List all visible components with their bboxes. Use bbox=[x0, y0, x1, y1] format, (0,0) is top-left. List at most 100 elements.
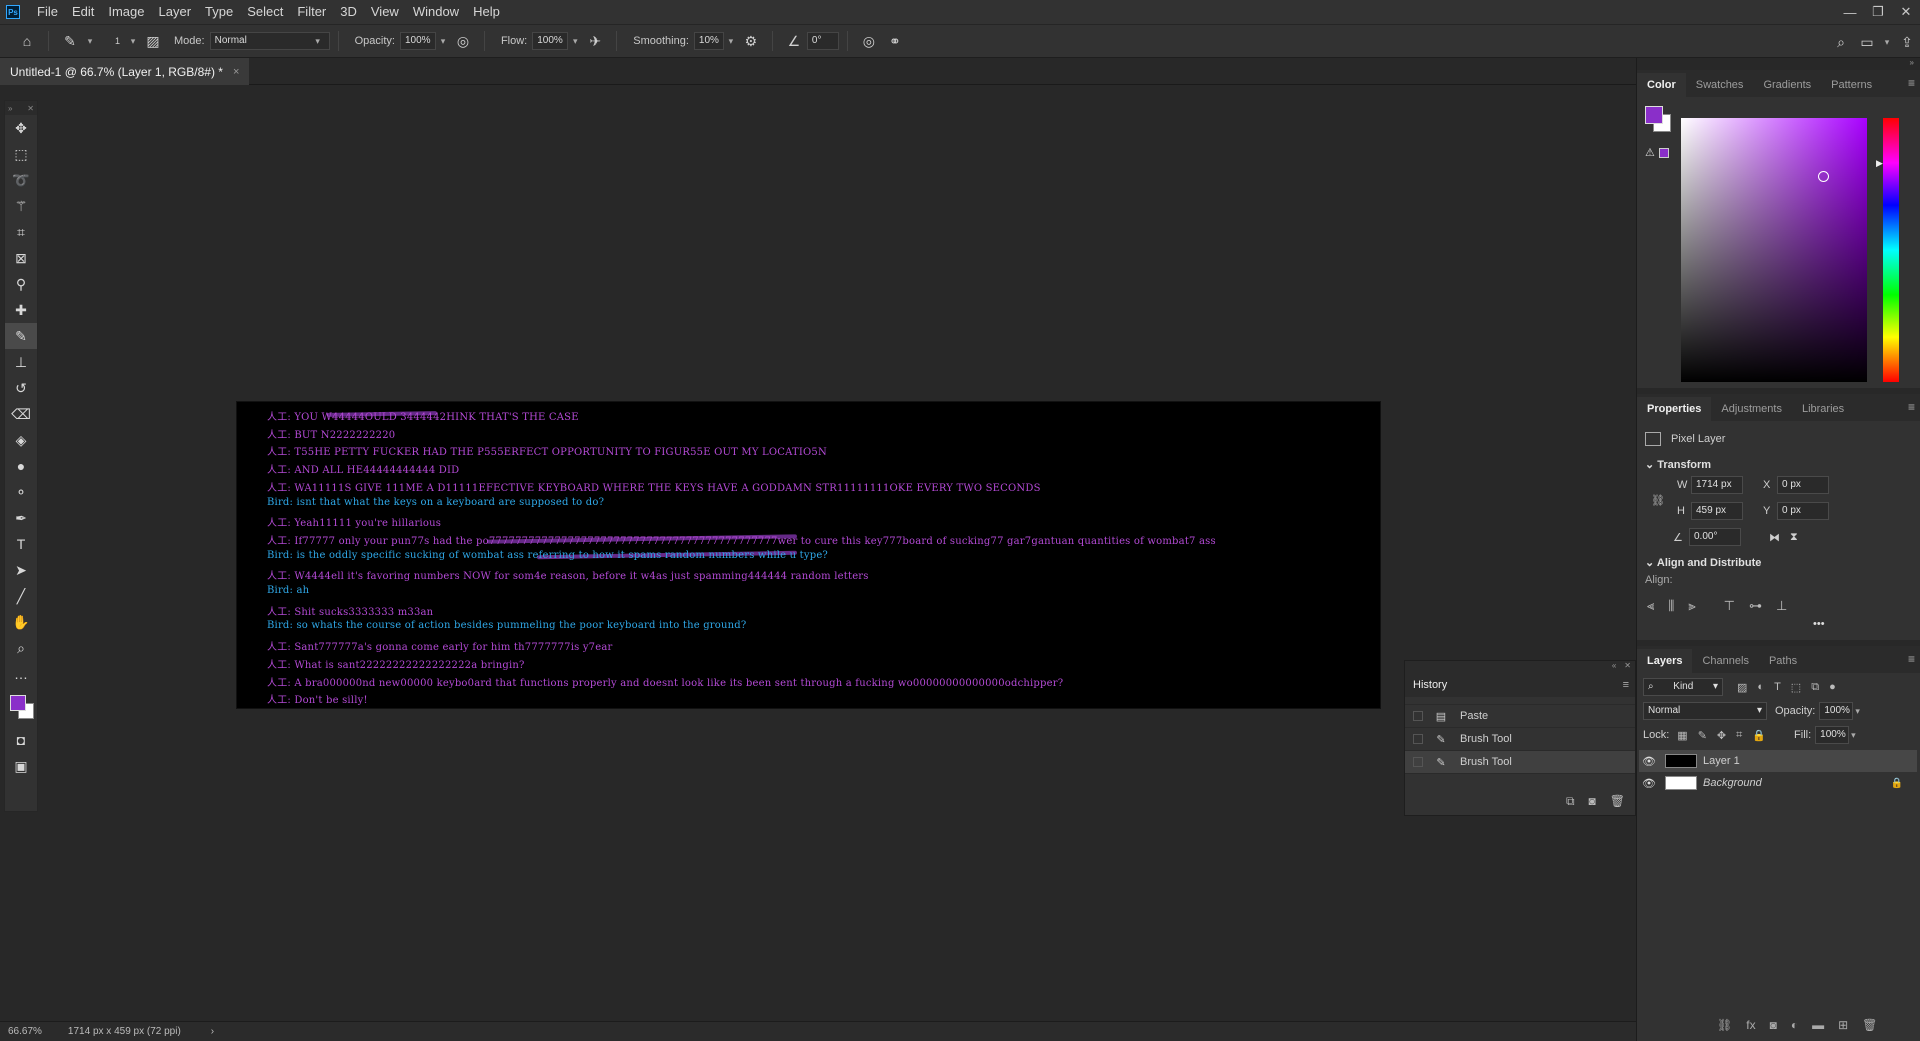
tab-channels[interactable]: Channels bbox=[1692, 649, 1758, 673]
healing-brush-tool-icon[interactable]: ✚ bbox=[5, 297, 37, 323]
rotation-input[interactable]: 0.00° bbox=[1689, 528, 1741, 546]
menu-help[interactable]: Help bbox=[466, 0, 507, 24]
minimize-button[interactable]: — bbox=[1836, 0, 1864, 24]
menu-select[interactable]: Select bbox=[240, 0, 290, 24]
menu-file[interactable]: File bbox=[30, 0, 65, 24]
marquee-tool-icon[interactable]: ⬚ bbox=[5, 141, 37, 167]
color-picker-handle[interactable] bbox=[1818, 171, 1829, 182]
link-icon[interactable]: ⛓ bbox=[1651, 494, 1665, 507]
layer-row[interactable]: 👁 Background 🔒 bbox=[1639, 772, 1917, 794]
document-tab[interactable]: Untitled-1 @ 66.7% (Layer 1, RGB/8#) * × bbox=[0, 58, 250, 85]
menu-type[interactable]: Type bbox=[198, 0, 240, 24]
restore-button[interactable]: ❐ bbox=[1864, 0, 1892, 24]
history-item[interactable]: ✎ Brush Tool bbox=[1405, 751, 1635, 774]
paint-bucket-tool-icon[interactable]: ◈ bbox=[5, 427, 37, 453]
symmetry-icon[interactable]: ⚭ bbox=[882, 28, 908, 54]
adjustment-layer-icon[interactable]: ◐ bbox=[1791, 1018, 1798, 1032]
gamut-color-swatch[interactable] bbox=[1659, 148, 1669, 158]
hue-slider[interactable] bbox=[1883, 118, 1899, 382]
trash-icon[interactable]: 🗑 bbox=[1610, 794, 1625, 809]
filter-type-icon[interactable]: T bbox=[1774, 681, 1781, 694]
add-mask-icon[interactable]: ◙ bbox=[1770, 1018, 1777, 1032]
history-snapshot-checkbox[interactable] bbox=[1413, 711, 1423, 721]
align-center-horizontal-icon[interactable]: ⫼ bbox=[1668, 598, 1674, 614]
crop-tool-icon[interactable]: ⌗ bbox=[5, 219, 37, 245]
chevron-down-icon[interactable]: ▾ bbox=[568, 36, 582, 47]
align-right-icon[interactable]: ⫸ bbox=[1688, 598, 1695, 614]
move-tool-icon[interactable]: ✥ bbox=[5, 115, 37, 141]
layer-style-fx-icon[interactable]: fx bbox=[1746, 1018, 1755, 1032]
tab-properties[interactable]: Properties bbox=[1637, 397, 1712, 421]
menu-edit[interactable]: Edit bbox=[65, 0, 101, 24]
layer-filter-select[interactable]: ⌕ Kind ▾ bbox=[1643, 678, 1723, 696]
brush-tool-icon[interactable]: ✎ bbox=[5, 323, 37, 349]
close-window-button[interactable]: ✕ bbox=[1892, 0, 1920, 24]
expand-icon[interactable]: » bbox=[8, 104, 12, 113]
layer-opacity-input[interactable]: 100% bbox=[1819, 702, 1854, 720]
dodge-tool-icon[interactable]: ⚬ bbox=[5, 479, 37, 505]
filter-toggle-icon[interactable]: ● bbox=[1829, 681, 1836, 694]
quick-mask-icon[interactable]: ◘ bbox=[5, 727, 37, 753]
chevron-down-icon[interactable]: ▾ bbox=[436, 36, 450, 47]
workspace-icon[interactable]: ▭ bbox=[1854, 29, 1880, 55]
tab-swatches[interactable]: Swatches bbox=[1686, 73, 1754, 97]
home-icon[interactable]: ⌂ bbox=[14, 28, 40, 54]
height-input[interactable]: 459 px bbox=[1691, 502, 1743, 520]
menu-layer[interactable]: Layer bbox=[152, 0, 199, 24]
path-selection-tool-icon[interactable]: ➤ bbox=[5, 557, 37, 583]
history-snapshot-checkbox[interactable] bbox=[1413, 734, 1423, 744]
history-snapshot-checkbox[interactable] bbox=[1413, 757, 1423, 767]
lock-artboard-icon[interactable]: ⌗ bbox=[1736, 729, 1742, 742]
menu-filter[interactable]: Filter bbox=[290, 0, 333, 24]
chevron-down-icon[interactable]: ▾ bbox=[1880, 37, 1894, 48]
layer-name[interactable]: Background bbox=[1703, 777, 1762, 789]
line-tool-icon[interactable]: ╱ bbox=[5, 583, 37, 609]
blur-tool-icon[interactable]: ● bbox=[5, 453, 37, 479]
align-center-vertical-icon[interactable]: ⊶ bbox=[1749, 598, 1762, 614]
chevron-down-icon[interactable]: ▾ bbox=[83, 36, 97, 47]
menu-3d[interactable]: 3D bbox=[333, 0, 364, 24]
type-tool-icon[interactable]: T bbox=[5, 531, 37, 557]
color-saturation-field[interactable] bbox=[1681, 118, 1867, 382]
hand-tool-icon[interactable]: ✋ bbox=[5, 609, 37, 635]
layer-name[interactable]: Layer 1 bbox=[1703, 755, 1740, 767]
history-item[interactable]: ▤ Paste bbox=[1405, 705, 1635, 728]
filter-shape-icon[interactable]: ⬚ bbox=[1791, 681, 1801, 694]
foreground-color-swatch[interactable] bbox=[1645, 106, 1663, 124]
layer-row[interactable]: 👁 Layer 1 bbox=[1639, 750, 1917, 772]
lock-pixels-icon[interactable]: ✎ bbox=[1698, 729, 1707, 742]
snapshot-camera-icon[interactable]: ◙ bbox=[1589, 794, 1596, 809]
pressure-size-icon[interactable]: ◎ bbox=[856, 28, 882, 54]
panel-menu-icon[interactable]: ≡ bbox=[1908, 652, 1915, 666]
panel-menu-icon[interactable]: ≡ bbox=[1908, 76, 1915, 90]
document-canvas[interactable]: 人工: YOU W44444OULD 3444442HINK THAT'S TH… bbox=[237, 402, 1380, 708]
y-input[interactable]: 0 px bbox=[1777, 502, 1829, 520]
chevron-down-icon[interactable]: ▾ bbox=[126, 36, 140, 47]
out-of-gamut-warning-icon[interactable]: ⚠ bbox=[1645, 146, 1655, 159]
eraser-tool-icon[interactable]: ⌫ bbox=[5, 401, 37, 427]
tab-gradients[interactable]: Gradients bbox=[1753, 73, 1821, 97]
close-icon[interactable]: × bbox=[233, 66, 239, 78]
history-item[interactable]: ✎ Brush Tool bbox=[1405, 728, 1635, 751]
close-icon[interactable]: ✕ bbox=[1624, 661, 1631, 673]
pressure-opacity-icon[interactable]: ◎ bbox=[450, 28, 476, 54]
flow-input[interactable]: 100% bbox=[532, 32, 569, 50]
search-icon[interactable]: ⌕ bbox=[1828, 29, 1854, 55]
visibility-eye-icon[interactable]: 👁 bbox=[1639, 755, 1659, 768]
zoom-tool-icon[interactable]: ⌕ bbox=[5, 635, 37, 661]
tab-libraries[interactable]: Libraries bbox=[1792, 397, 1854, 421]
x-input[interactable]: 0 px bbox=[1777, 476, 1829, 494]
chevron-down-icon[interactable]: ▾ bbox=[1851, 730, 1856, 741]
history-brush-tool-icon[interactable]: ↺ bbox=[5, 375, 37, 401]
trash-icon[interactable]: 🗑 bbox=[1862, 1018, 1877, 1032]
transform-header[interactable]: ⌄ Transform bbox=[1645, 458, 1711, 471]
align-distribute-header[interactable]: ⌄ Align and Distribute bbox=[1645, 556, 1761, 569]
share-icon[interactable]: ⇪ bbox=[1894, 29, 1920, 55]
airbrush-icon[interactable]: ✈ bbox=[582, 28, 608, 54]
lock-transparent-icon[interactable]: ▦ bbox=[1677, 729, 1687, 742]
history-tab[interactable]: History ≡ bbox=[1405, 673, 1635, 697]
gear-icon[interactable]: ⚙ bbox=[738, 28, 764, 54]
align-bottom-icon[interactable]: ⊥ bbox=[1776, 598, 1787, 614]
tab-color[interactable]: Color bbox=[1637, 73, 1686, 97]
tab-layers[interactable]: Layers bbox=[1637, 649, 1693, 673]
